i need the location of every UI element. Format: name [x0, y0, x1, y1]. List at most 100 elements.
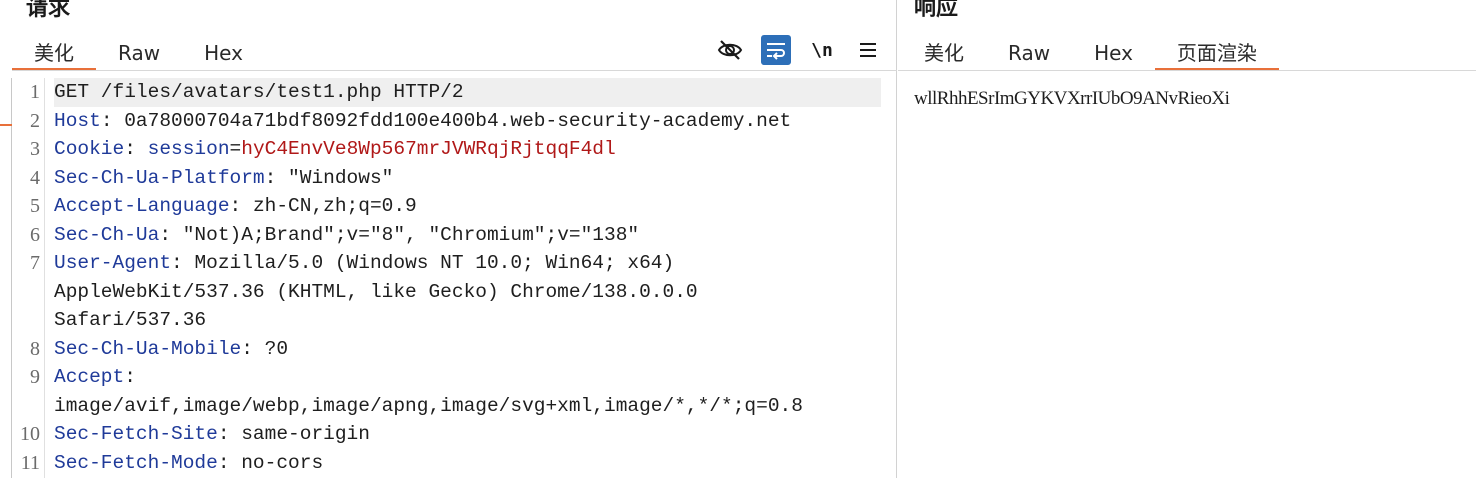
code-text: User-Agent: Mozilla/5.0 (Windows NT 10.0… [54, 249, 881, 278]
request-tabs-underline [12, 70, 897, 71]
response-tabs-underline [898, 70, 1476, 71]
code-text: Sec-Fetch-Site: same-origin [54, 420, 881, 449]
request-pane: 请求 美化 Raw Hex \n 1 GET /files/avatars/te… [0, 0, 897, 478]
header-value: AppleWebKit/537.36 (KHTML, like Gecko) C… [54, 280, 698, 303]
code-text: Cookie: session=hyC4EnvVe8Wp567mrJVWRqjR… [54, 135, 881, 164]
editor-line[interactable]: 8 Sec-Ch-Ua-Mobile: ?0 [12, 335, 881, 364]
code-text: Accept-Language: zh-CN,zh;q=0.9 [54, 192, 881, 221]
editor-line[interactable]: image/avif,image/webp,image/apng,image/s… [12, 392, 881, 421]
header-separator: : [100, 109, 125, 132]
cookie-equals: = [229, 138, 242, 160]
response-title: 响应 [914, 0, 959, 21]
line-number: 6 [30, 223, 40, 246]
line-number: 10 [20, 423, 40, 445]
header-separator: : [171, 252, 195, 274]
header-value: "Windows" [288, 166, 394, 189]
header-separator: : [124, 138, 148, 160]
response-tab-raw[interactable]: Raw [986, 36, 1072, 70]
header-name: Sec-Fetch-Mode [54, 451, 218, 474]
editor-line[interactable]: 9 Accept: [12, 363, 881, 392]
header-separator: : [159, 223, 183, 246]
header-value: zh-CN,zh;q=0.9 [252, 195, 417, 217]
header-name: Sec-Ch-Ua-Platform [54, 166, 265, 189]
editor-line[interactable]: AppleWebKit/537.36 (KHTML, like Gecko) C… [12, 278, 881, 307]
wrap-lines-button[interactable] [761, 35, 791, 65]
code-text: Host: 0a78000704a71bdf8092fdd100e400b4.w… [54, 107, 881, 136]
line-number: 8 [30, 337, 40, 360]
editor-line[interactable]: 7 User-Agent: Mozilla/5.0 (Windows NT 10.… [12, 249, 881, 278]
code-text: Accept: [54, 363, 881, 392]
request-tab-hex[interactable]: Hex [182, 36, 265, 70]
code-text: Sec-Ch-Ua-Mobile: ?0 [54, 335, 881, 364]
code-text: GET /files/avatars/test1.php HTTP/2 [54, 78, 881, 107]
code-text: Sec-Fetch-Mode: no-cors [54, 449, 881, 478]
response-tab-pretty[interactable]: 美化 [902, 36, 986, 70]
menu-icon [860, 43, 876, 57]
request-editor[interactable]: 1 GET /files/avatars/test1.php HTTP/2 2 Hos… [12, 78, 881, 478]
newline-icon: \n [811, 39, 833, 61]
header-value: no-cors [241, 451, 324, 474]
code-text: Safari/537.36 [54, 306, 881, 335]
response-pane: 响应 美化 Raw Hex 页面渲染 wllRhhESrImGYKVXrrIUb… [898, 0, 1476, 478]
header-separator: : [217, 423, 242, 445]
header-name: Cookie [54, 138, 125, 160]
editor-line[interactable]: 2 Host: 0a78000704a71bdf8092fdd100e400b4.… [12, 107, 881, 136]
response-tab-render[interactable]: 页面渲染 [1154, 36, 1279, 71]
header-separator: : [124, 366, 136, 388]
header-name: Accept-Language [54, 195, 230, 217]
editor-line[interactable]: 4 Sec-Ch-Ua-Platform: "Windows" [12, 164, 881, 193]
code-text: Sec-Ch-Ua-Platform: "Windows" [54, 164, 881, 193]
header-value: ?0 [264, 337, 289, 360]
request-tab-raw[interactable]: Raw [96, 36, 182, 70]
code-text: image/avif,image/webp,image/apng,image/s… [54, 392, 881, 421]
hide-nonprintable-button[interactable] [715, 35, 745, 65]
header-value: GET /files/avatars/test1.php HTTP/2 [54, 81, 464, 103]
show-newlines-button[interactable]: \n [807, 35, 837, 65]
line-number: 11 [20, 451, 40, 474]
request-tabs: 美化 Raw Hex [12, 36, 265, 71]
header-value: same-origin [241, 423, 370, 445]
header-name: Accept [54, 366, 125, 388]
line-number: 3 [30, 138, 40, 160]
editor-line[interactable]: Safari/537.36 [12, 306, 881, 335]
code-text: Sec-Ch-Ua: "Not)A;Brand";v="8", "Chromiu… [54, 221, 881, 250]
header-value: Mozilla/5.0 (Windows NT 10.0; Win64; x64… [194, 252, 675, 274]
line-number: 1 [30, 81, 40, 103]
line-number: 9 [30, 366, 40, 388]
header-name: Sec-Ch-Ua-Mobile [54, 337, 242, 360]
request-toolbar: \n [715, 34, 883, 66]
line-number: 2 [30, 109, 40, 132]
line-number: 7 [30, 252, 40, 274]
editor-line[interactable]: 10 Sec-Fetch-Site: same-origin [12, 420, 881, 449]
header-separator: : [264, 166, 289, 189]
header-separator: : [217, 451, 242, 474]
header-name: Sec-Fetch-Site [54, 423, 218, 445]
eye-off-icon [717, 40, 743, 60]
line-number: 5 [30, 195, 40, 217]
request-title: 请求 [26, 0, 71, 21]
cookie-name: session [147, 138, 230, 160]
header-value: image/avif,image/webp,image/apng,image/s… [54, 394, 803, 417]
line-number: 4 [30, 166, 40, 189]
header-value: 0a78000704a71bdf8092fdd100e400b4.web-sec… [124, 109, 792, 132]
response-render-text[interactable]: wllRhhESrImGYKVXrrIUbO9ANvRieoXi [914, 86, 1230, 112]
editor-line[interactable]: 1 GET /files/avatars/test1.php HTTP/2 [12, 78, 881, 107]
editor-line[interactable]: 3 Cookie: session=hyC4EnvVe8Wp567mrJVWRqj… [12, 135, 881, 164]
header-name: User-Agent [54, 252, 172, 274]
editor-line[interactable]: 11 Sec-Fetch-Mode: no-cors [12, 449, 881, 478]
header-name: Host [54, 109, 101, 132]
header-separator: : [241, 337, 265, 360]
header-value: "Not)A;Brand";v="8", "Chromium";v="138" [182, 223, 640, 246]
wrap-icon [767, 43, 785, 60]
editor-line[interactable]: 6 Sec-Ch-Ua: "Not)A;Brand";v="8", "Chromi… [12, 221, 881, 250]
request-tab-pretty[interactable]: 美化 [12, 36, 96, 71]
header-value: Safari/537.36 [54, 309, 207, 331]
editor-line[interactable]: 5 Accept-Language: zh-CN,zh;q=0.9 [12, 192, 881, 221]
more-options-button[interactable] [853, 35, 883, 65]
cookie-value: hyC4EnvVe8Wp567mrJVWRqjRjtqqF4dl [241, 138, 616, 160]
response-tabs: 美化 Raw Hex 页面渲染 [902, 36, 1279, 71]
header-name: Sec-Ch-Ua [54, 223, 160, 246]
code-text: AppleWebKit/537.36 (KHTML, like Gecko) C… [54, 278, 881, 307]
header-separator: : [229, 195, 253, 217]
response-tab-hex[interactable]: Hex [1072, 36, 1155, 70]
